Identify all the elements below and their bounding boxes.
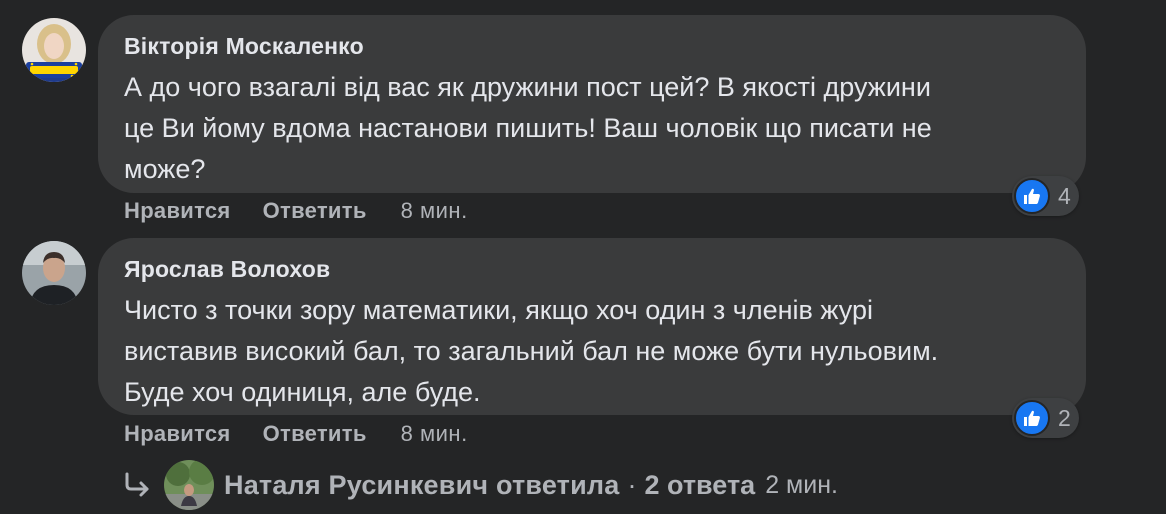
replier-avatar [164, 460, 214, 510]
like-button[interactable]: Нравится [124, 421, 231, 447]
thumbs-up-icon [1014, 400, 1050, 436]
comment-text: Чисто з точки зору математики, якщо хоч … [124, 295, 939, 407]
comment-bubble: Вікторія Москаленко А до чого взагалі ві… [98, 15, 1086, 193]
comment-author[interactable]: Вікторія Москаленко [124, 32, 1060, 60]
comment-timestamp[interactable]: 8 мин. [401, 421, 468, 447]
reply-button[interactable]: Ответить [263, 198, 367, 224]
view-replies-link[interactable]: Наталя Русинкевич ответила · 2 ответа 2 … [120, 460, 838, 510]
avatar-viktoriia[interactable] [22, 18, 86, 82]
comment-actions: Нравится Ответить 8 мин. [124, 196, 468, 226]
comment-author[interactable]: Ярослав Волохов [124, 255, 1060, 283]
separator-dot: · [627, 469, 637, 500]
reaction-count: 4 [1058, 182, 1071, 209]
replies-timestamp: 2 мин. [765, 470, 838, 499]
replies-count: 2 ответа [644, 469, 756, 500]
replies-author-text: Наталя Русинкевич ответила [224, 469, 620, 500]
replier-avatar-image [164, 460, 214, 510]
reaction-count: 2 [1058, 404, 1071, 431]
avatar-image [22, 241, 86, 305]
reaction-summary[interactable]: 4 [1012, 176, 1079, 216]
comment-text: А до чого взагалі від вас як дружини пос… [124, 72, 932, 184]
thumbs-up-icon [1014, 178, 1050, 214]
avatar-yaroslav[interactable] [22, 241, 86, 305]
like-button[interactable]: Нравится [124, 198, 231, 224]
comment-thread: Вікторія Москаленко А до чого взагалі ві… [0, 0, 1166, 514]
reaction-summary[interactable]: 2 [1012, 398, 1079, 438]
reply-button[interactable]: Ответить [263, 421, 367, 447]
comment-bubble: Ярослав Волохов Чисто з точки зору матем… [98, 238, 1086, 415]
comment-timestamp[interactable]: 8 мин. [401, 198, 468, 224]
reply-arrow-icon [125, 472, 149, 497]
comment-actions: Нравится Ответить 8 мин. [124, 419, 468, 449]
avatar-image [22, 18, 86, 82]
